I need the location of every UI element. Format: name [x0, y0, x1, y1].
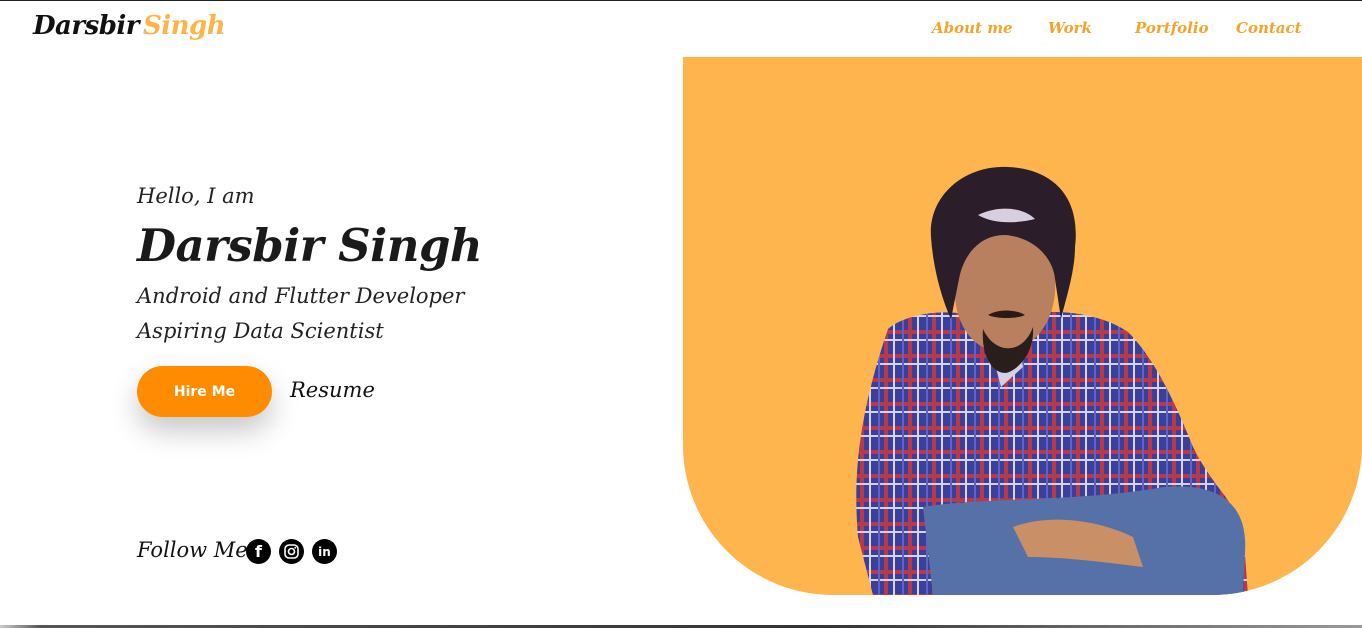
facebook-icon[interactable]: f: [246, 539, 271, 564]
nav-link-work[interactable]: Work: [1048, 19, 1092, 37]
profile-photo: [856, 166, 1248, 595]
role-line-1: Android and Flutter Developer: [137, 284, 465, 308]
hire-me-button[interactable]: Hire Me: [137, 366, 272, 417]
facebook-glyph: f: [255, 541, 262, 561]
nav-link-contact[interactable]: Contact: [1236, 19, 1302, 37]
resume-link[interactable]: Resume: [290, 378, 375, 402]
hero-photo-panel: [683, 57, 1362, 595]
nav-link-about[interactable]: About me: [932, 19, 1013, 37]
top-navigation: About me Work Portfolio Contact: [0, 19, 1362, 41]
linkedin-glyph: in: [318, 544, 331, 559]
linkedin-icon[interactable]: in: [312, 539, 337, 564]
follow-me-label: Follow Me: [137, 538, 248, 562]
instagram-icon[interactable]: [279, 539, 304, 564]
instagram-glyph: [284, 544, 299, 559]
role-line-2: Aspiring Data Scientist: [137, 319, 384, 343]
hero-name: Darsbir Singh: [137, 219, 483, 272]
greeting-text: Hello, I am: [137, 184, 255, 208]
nav-link-portfolio[interactable]: Portfolio: [1135, 19, 1209, 37]
